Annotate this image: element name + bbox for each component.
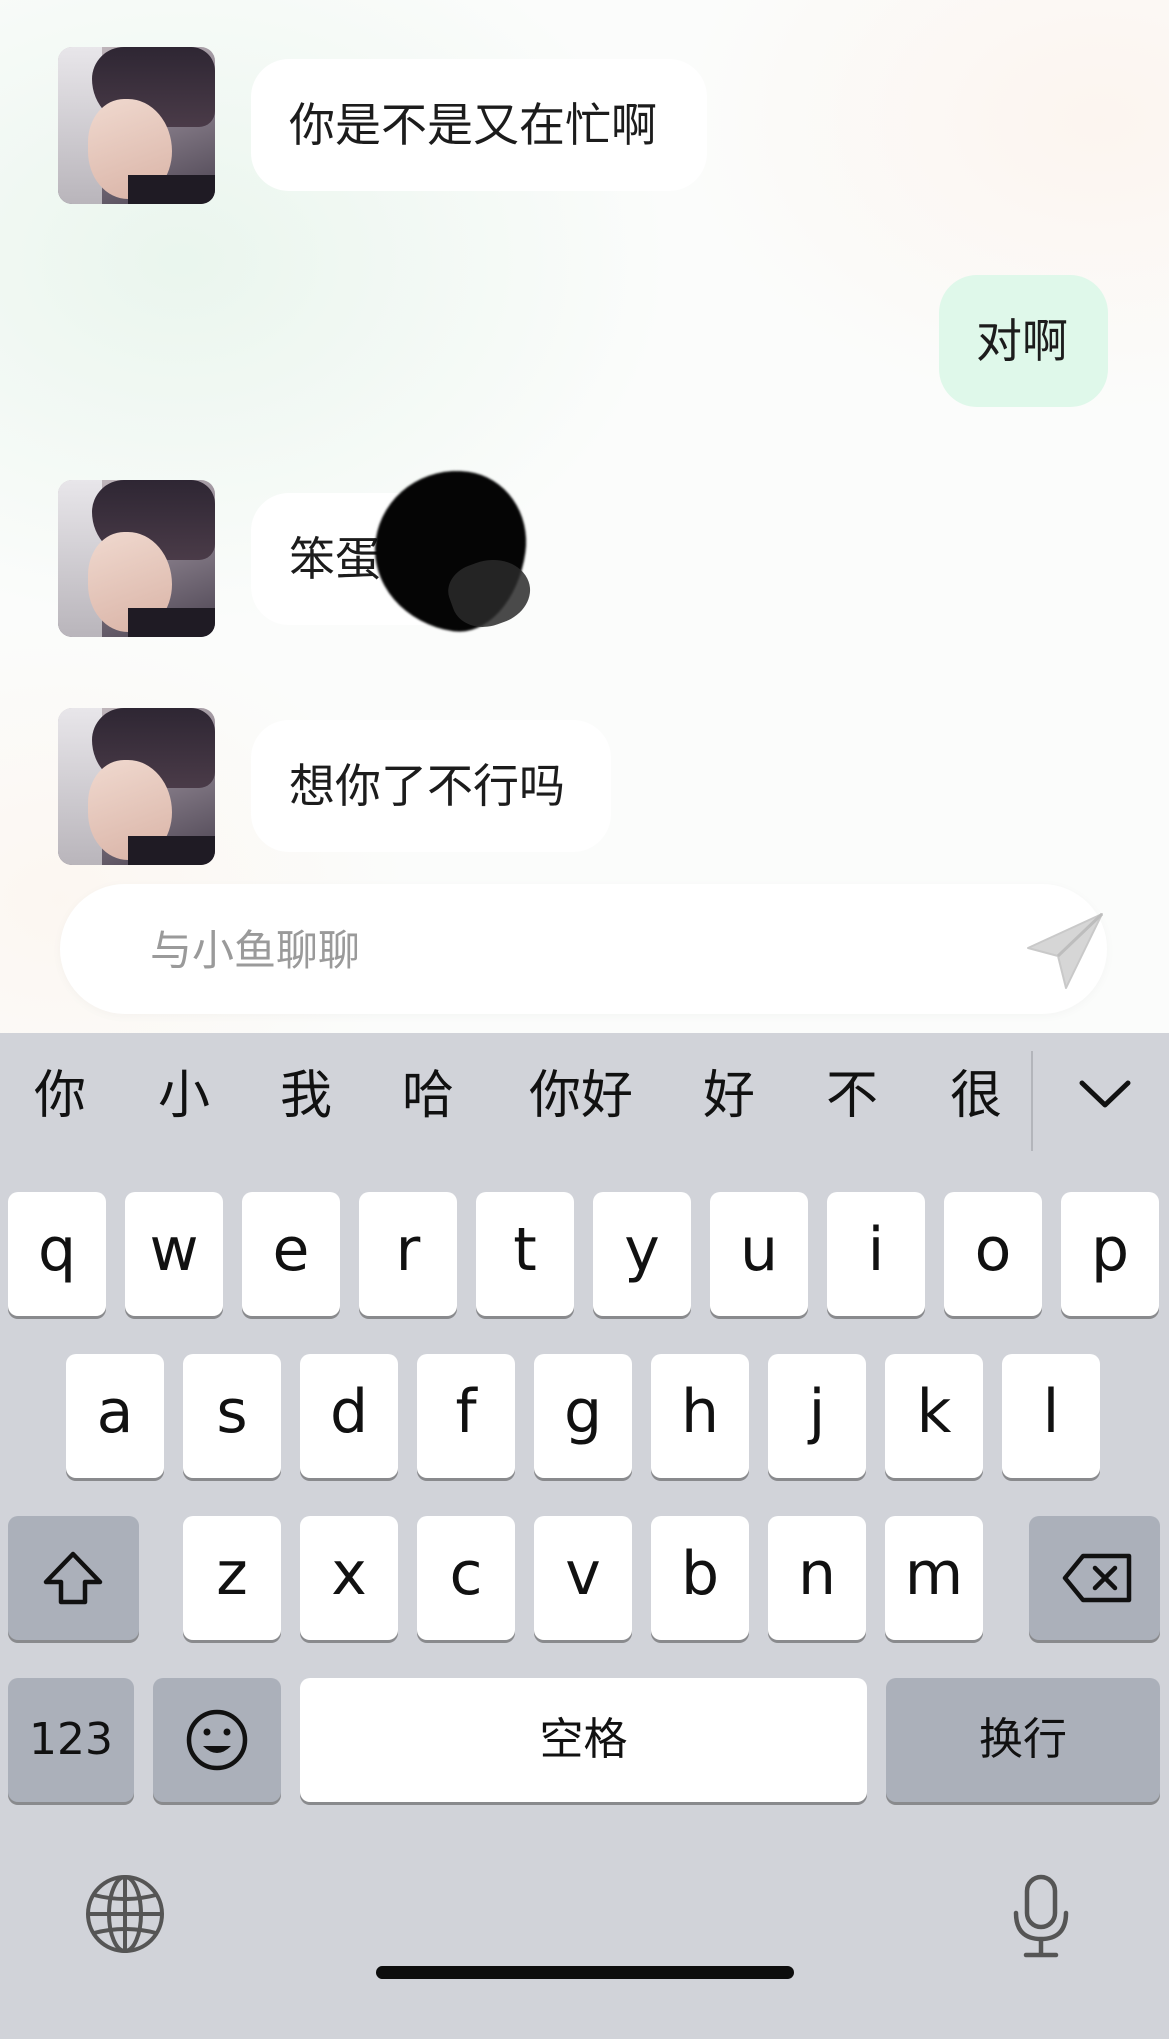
message-bubble-user[interactable]: 对啊 xyxy=(939,275,1108,407)
shift-key[interactable] xyxy=(8,1516,139,1640)
key-c[interactable]: c xyxy=(417,1516,515,1640)
message-bubble-bot[interactable]: 你是不是又在忙啊 xyxy=(251,59,707,191)
key-o[interactable]: o xyxy=(944,1192,1042,1316)
key-u[interactable]: u xyxy=(710,1192,808,1316)
key-x[interactable]: x xyxy=(300,1516,398,1640)
key-s[interactable]: s xyxy=(183,1354,281,1478)
key-t[interactable]: t xyxy=(476,1192,574,1316)
home-indicator[interactable] xyxy=(376,1966,794,1979)
candidate-word[interactable]: 你好 xyxy=(520,1061,642,1131)
backspace-icon xyxy=(1062,1553,1132,1603)
bot-avatar[interactable] xyxy=(58,47,215,204)
message-input-bar[interactable] xyxy=(60,884,1108,1016)
key-q[interactable]: q xyxy=(8,1192,106,1316)
key-y[interactable]: y xyxy=(593,1192,691,1316)
key-g[interactable]: g xyxy=(534,1354,632,1478)
return-key[interactable]: 换行 xyxy=(886,1678,1160,1802)
shift-icon xyxy=(43,1551,103,1605)
key-j[interactable]: j xyxy=(768,1354,866,1478)
candidate-word[interactable]: 不 xyxy=(816,1061,888,1131)
key-k[interactable]: k xyxy=(885,1354,983,1478)
candidate-bar: 你 小 我 哈 你好 好 不 很 xyxy=(0,1033,1169,1163)
candidate-word[interactable]: 好 xyxy=(693,1061,765,1131)
candidate-word[interactable]: 你 xyxy=(24,1061,96,1131)
candidate-word[interactable]: 我 xyxy=(270,1061,342,1131)
key-r[interactable]: r xyxy=(359,1192,457,1316)
key-p[interactable]: p xyxy=(1061,1192,1159,1316)
key-i[interactable]: i xyxy=(827,1192,925,1316)
bot-avatar[interactable] xyxy=(58,708,215,865)
key-w[interactable]: w xyxy=(125,1192,223,1316)
microphone-icon[interactable] xyxy=(1010,1873,1072,1961)
numbers-key[interactable]: 123 xyxy=(8,1678,134,1802)
chat-area[interactable]: 你是不是又在忙啊 对啊 笨蛋 想你了不行吗 xyxy=(0,0,1169,1033)
key-z[interactable]: z xyxy=(183,1516,281,1640)
candidate-word[interactable]: 很 xyxy=(940,1061,1012,1131)
bot-avatar[interactable] xyxy=(58,480,215,637)
send-icon[interactable] xyxy=(1022,908,1108,994)
key-l[interactable]: l xyxy=(1002,1354,1100,1478)
message-input[interactable] xyxy=(148,884,952,1016)
key-m[interactable]: m xyxy=(885,1516,983,1640)
key-e[interactable]: e xyxy=(242,1192,340,1316)
globe-icon[interactable] xyxy=(84,1873,166,1955)
chevron-down-icon[interactable] xyxy=(1070,1061,1140,1131)
key-f[interactable]: f xyxy=(417,1354,515,1478)
system-keyboard: 你 小 我 哈 你好 好 不 很 q w e r t y u i o p a s… xyxy=(0,1033,1169,2039)
delete-key[interactable] xyxy=(1029,1516,1160,1640)
key-d[interactable]: d xyxy=(300,1354,398,1478)
key-h[interactable]: h xyxy=(651,1354,749,1478)
candidate-word[interactable]: 小 xyxy=(148,1061,220,1131)
divider xyxy=(1031,1051,1033,1151)
message-bubble-bot[interactable]: 想你了不行吗 xyxy=(251,720,611,852)
space-key[interactable]: 空格 xyxy=(300,1678,867,1802)
key-b[interactable]: b xyxy=(651,1516,749,1640)
candidate-word[interactable]: 哈 xyxy=(392,1061,464,1131)
emoji-icon xyxy=(186,1709,248,1771)
key-n[interactable]: n xyxy=(768,1516,866,1640)
emoji-key[interactable] xyxy=(153,1678,281,1802)
key-v[interactable]: v xyxy=(534,1516,632,1640)
key-a[interactable]: a xyxy=(66,1354,164,1478)
